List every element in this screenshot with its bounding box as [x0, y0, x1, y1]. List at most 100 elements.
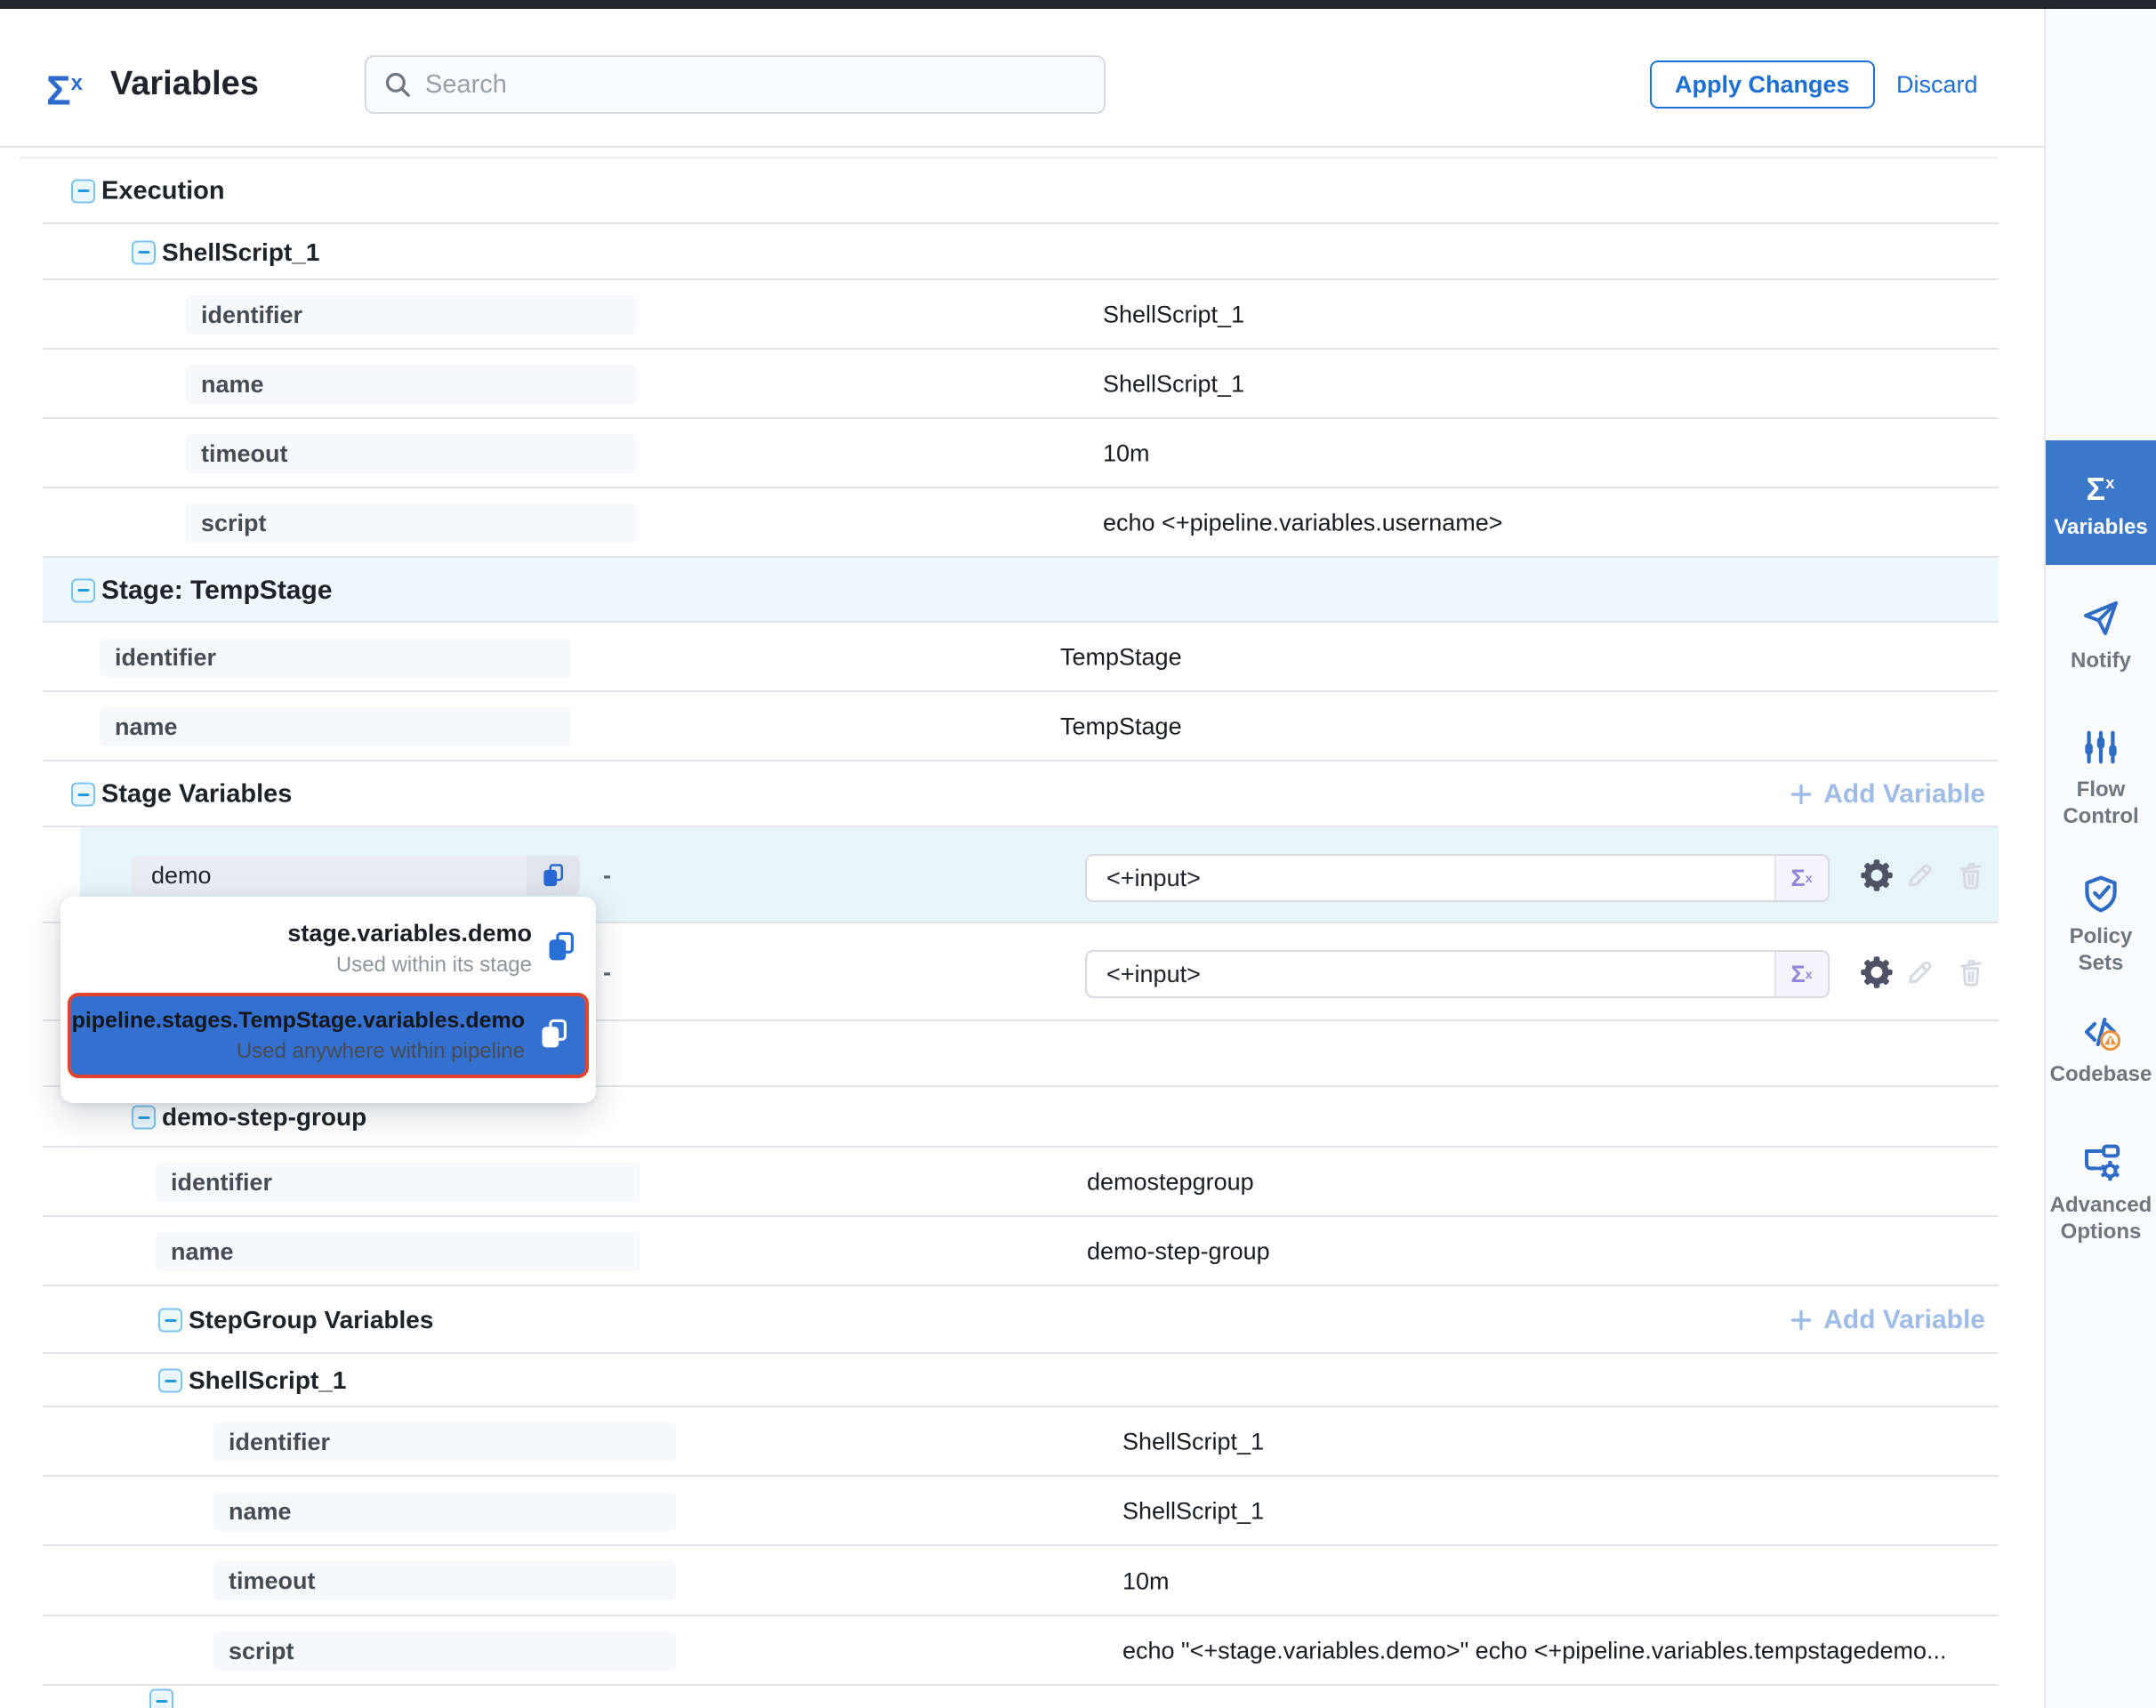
edit-pencil-icon[interactable] [1903, 859, 1935, 891]
scope-option-pipeline-highlighted[interactable]: pipeline.stages.TempStage.variables.demo… [68, 993, 589, 1078]
paper-plane-icon [2080, 596, 2122, 640]
field-value: demo-step-group [1087, 1238, 1270, 1266]
tree-row-stepgroup-variables: StepGroup Variables Add Variable [0, 1286, 2156, 1354]
variable-name: demo [132, 862, 527, 890]
field-row-script: script echo <+pipeline.variables.usernam… [0, 488, 2156, 558]
field-label-chip: name [100, 707, 571, 746]
field-label-chip: name [213, 1492, 676, 1531]
variable-scope-popup: stage.variables.demo Used within its sta… [60, 897, 596, 1103]
field-value: 10m [1103, 440, 1150, 468]
partial-bottom-row [0, 1686, 2156, 1708]
field-label-chip: identifier [213, 1422, 676, 1462]
tree-label: Execution [101, 176, 225, 205]
settings-gear-icon[interactable] [1861, 859, 1893, 891]
stage-row-highlight [43, 558, 1999, 623]
panel-header: Σx Variables Search Apply Changes Discar… [0, 9, 2156, 148]
apply-changes-button[interactable]: Apply Changes [1650, 60, 1875, 109]
variables-panel-screen: Σx Variables Search Apply Changes Discar… [0, 0, 2156, 1708]
field-label-chip: name [186, 365, 637, 404]
collapse-minus-icon[interactable] [132, 1106, 156, 1130]
discard-button[interactable]: Discard [1896, 60, 1978, 109]
field-row-script: script echo "<+stage.variables.demo>" ec… [0, 1616, 2156, 1686]
expression-sigma-button[interactable]: Σx [1774, 952, 1828, 996]
field-value: ShellScript_1 [1122, 1429, 1264, 1456]
plus-icon [1788, 781, 1814, 808]
field-label-chip: script [213, 1631, 676, 1671]
sidebar-item-notify[interactable]: Notify [2046, 596, 2156, 674]
field-row-name: name demo-step-group [0, 1217, 2156, 1286]
sidebar-item-flow-control[interactable]: Flow Control [2046, 725, 2156, 830]
right-icon-sidebar: Σx Variables Notify Flow Control Policy … [2044, 9, 2156, 1708]
variable-value-input[interactable]: <+input> Σx [1085, 854, 1830, 902]
copy-icon[interactable] [544, 930, 578, 968]
copy-icon[interactable] [537, 1017, 571, 1055]
expression-scope: Used within its stage [336, 953, 532, 978]
delete-trash-icon[interactable] [1955, 859, 1987, 891]
variable-type-dash: - [603, 827, 611, 923]
expression-sigma-button[interactable]: Σx [1774, 856, 1828, 900]
expression-path: pipeline.stages.TempStage.variables.demo [72, 1008, 525, 1034]
tree-label: demo-step-group [162, 1103, 366, 1132]
collapse-minus-icon[interactable] [132, 240, 156, 264]
tree-label: Stage Variables [101, 780, 292, 810]
field-row-name: name ShellScript_1 [0, 1477, 2156, 1546]
add-variable-button[interactable]: Add Variable [1788, 779, 1985, 810]
field-value: TempStage [1060, 713, 1182, 741]
field-value: 10m [1122, 1567, 1170, 1595]
settings-gear-icon[interactable] [1861, 956, 1893, 988]
expression-path: stage.variables.demo [287, 920, 532, 947]
shield-check-icon [2080, 872, 2122, 916]
variable-type-dash: - [603, 923, 611, 1021]
collapse-minus-icon[interactable] [71, 179, 95, 203]
window-top-strip [0, 0, 2156, 9]
variables-sigma-icon: Σx [2086, 465, 2115, 507]
tree-row-shellscript1-nested: ShellScript_1 [0, 1354, 2156, 1407]
field-row-timeout: timeout 10m [0, 419, 2156, 488]
field-label-chip: identifier [100, 638, 571, 677]
collapse-minus-icon[interactable] [158, 1309, 182, 1333]
flowchart-gear-icon [2080, 1140, 2122, 1185]
field-row-identifier: identifier demostepgroup [0, 1148, 2156, 1217]
tree-row-stage-tempstage: Stage: TempStage [0, 558, 2156, 623]
field-value: ShellScript_1 [1103, 302, 1244, 329]
field-label-chip: name [156, 1232, 640, 1271]
field-row-identifier: identifier TempStage [0, 623, 2156, 692]
delete-trash-icon[interactable] [1955, 956, 1987, 988]
scope-option-stage[interactable]: stage.variables.demo Used within its sta… [60, 904, 596, 993]
tree-label: ShellScript_1 [162, 238, 319, 267]
variables-sigma-logo-icon: Σx [46, 59, 84, 115]
sidebar-item-policy-sets[interactable]: Policy Sets [2046, 872, 2156, 977]
field-value: echo <+pipeline.variables.username> [1103, 510, 1503, 537]
field-value: ShellScript_1 [1122, 1498, 1264, 1526]
field-label-chip: timeout [186, 434, 637, 473]
collapse-minus-icon[interactable] [71, 578, 95, 602]
variable-name-chip[interactable]: demo [132, 856, 580, 895]
sliders-icon [2080, 725, 2121, 769]
field-label-chip: script [186, 504, 637, 543]
field-label-chip: identifier [156, 1163, 640, 1202]
tree-label: Stage: TempStage [101, 576, 333, 606]
tree-label: ShellScript_1 [189, 1366, 346, 1395]
copy-icon[interactable] [527, 856, 580, 895]
edit-pencil-icon[interactable] [1903, 956, 1935, 988]
code-warning-icon [2080, 1010, 2122, 1054]
field-value: echo "<+stage.variables.demo>" echo <+pi… [1122, 1638, 1947, 1665]
search-input[interactable]: Search [365, 55, 1106, 114]
sidebar-item-advanced-options[interactable]: Advanced Options [2046, 1140, 2156, 1245]
search-placeholder: Search [425, 70, 507, 100]
sidebar-item-codebase[interactable]: Codebase [2046, 1010, 2156, 1088]
add-variable-button[interactable]: Add Variable [1788, 1305, 1985, 1335]
collapse-minus-icon[interactable] [149, 1689, 173, 1708]
field-row-identifier: identifier ShellScript_1 [0, 1407, 2156, 1477]
tree-row-stage-variables: Stage Variables Add Variable [0, 761, 2156, 827]
field-row-identifier: identifier ShellScript_1 [0, 280, 2156, 350]
variable-value-input[interactable]: <+input> Σx [1085, 950, 1830, 998]
field-label-chip: timeout [213, 1561, 676, 1600]
sidebar-item-variables[interactable]: Σx Variables [2046, 440, 2156, 565]
collapse-minus-icon[interactable] [158, 1369, 182, 1393]
field-label-chip: identifier [186, 295, 637, 334]
collapse-minus-icon[interactable] [71, 783, 95, 807]
tree-row-execution: Execution [0, 157, 2156, 224]
search-icon [382, 69, 413, 100]
plus-icon [1788, 1307, 1814, 1333]
